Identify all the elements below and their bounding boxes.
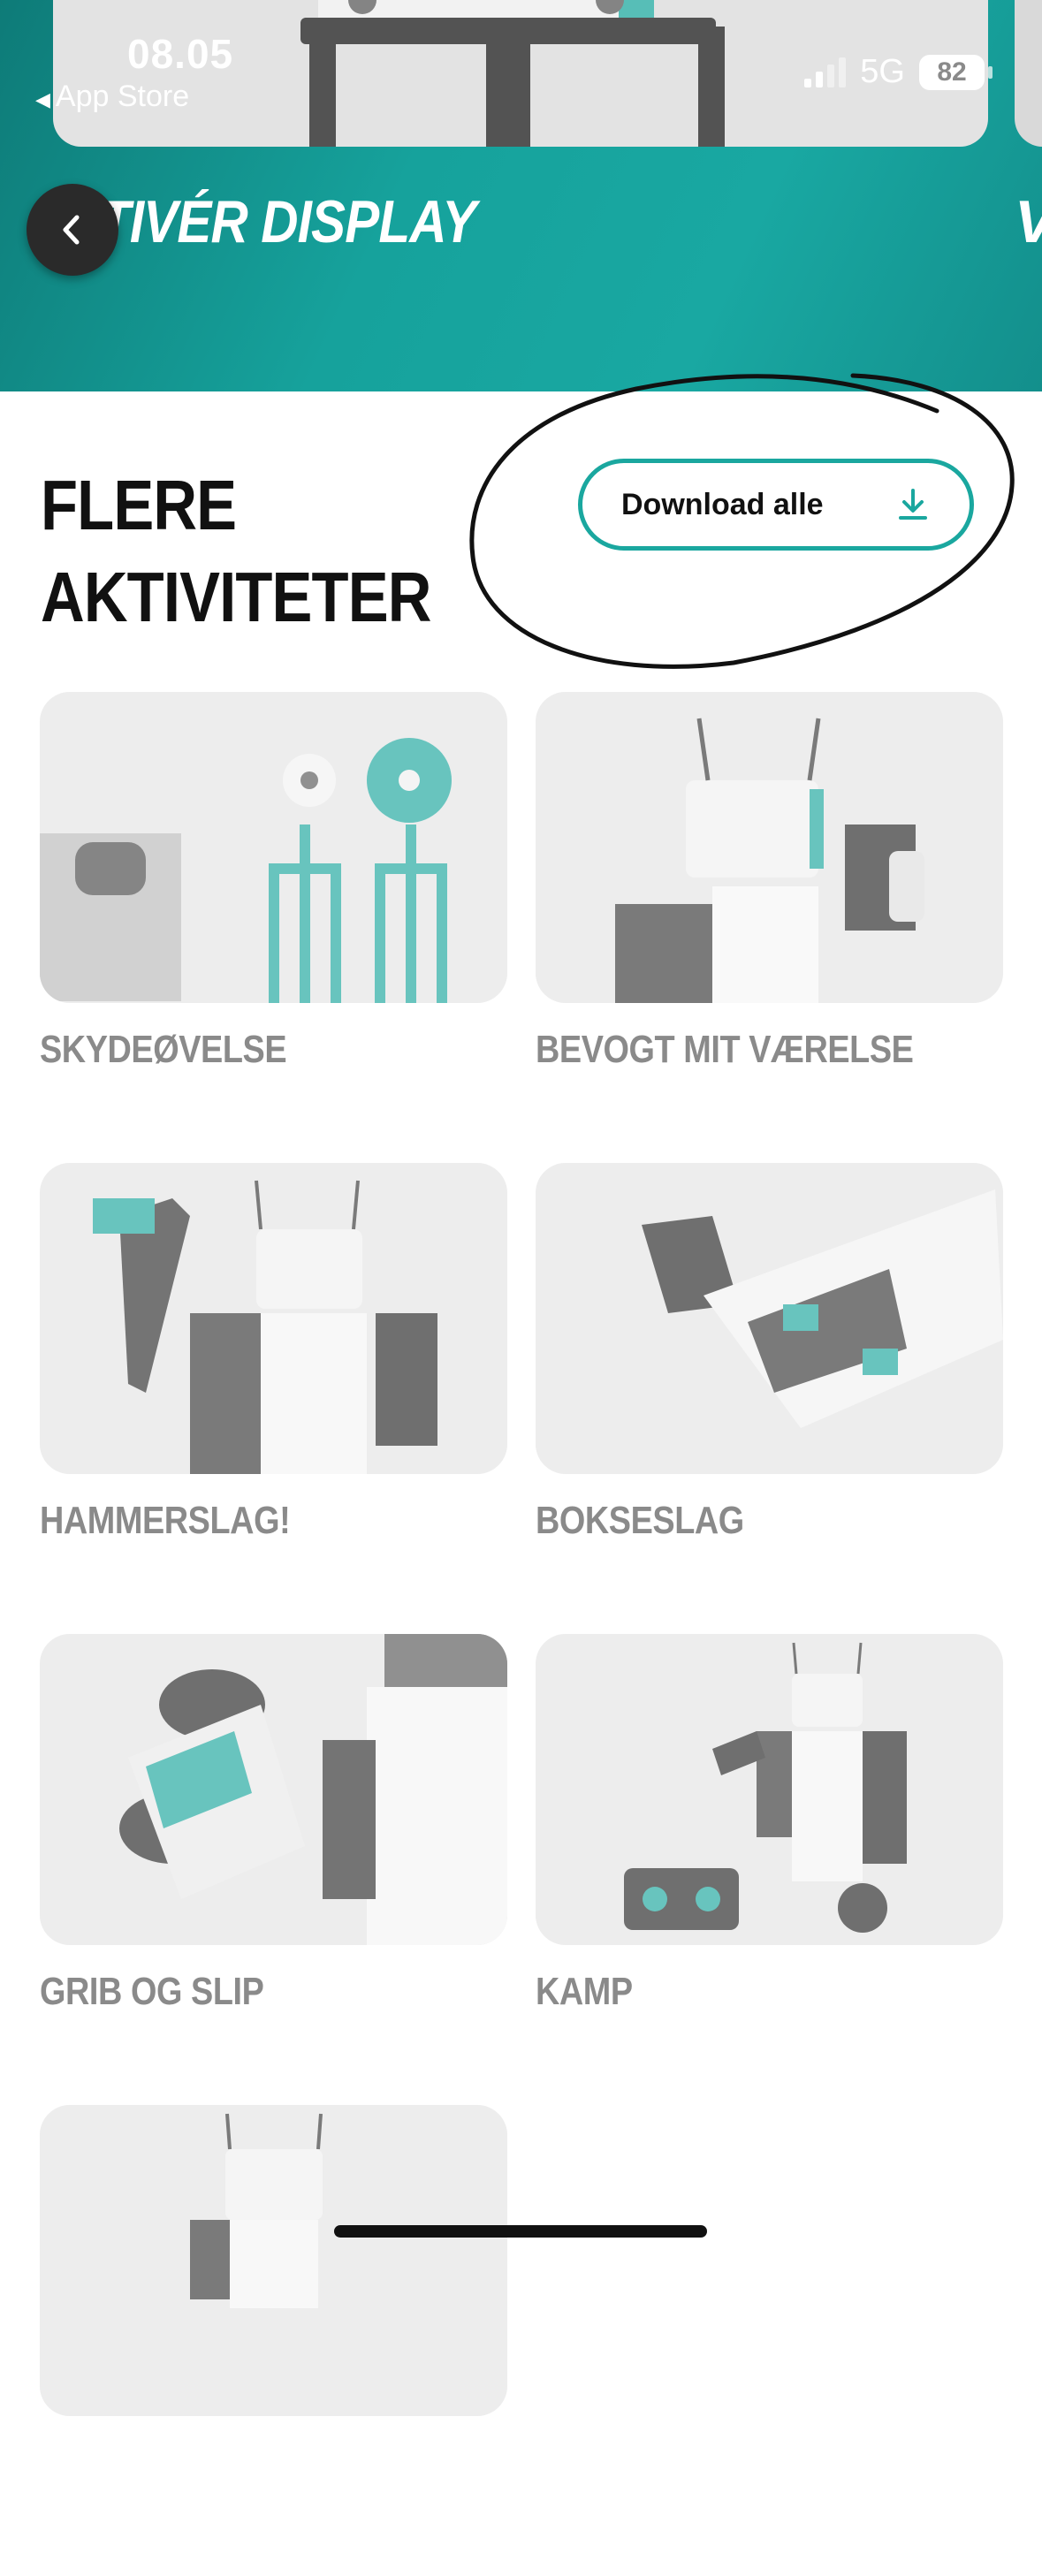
activity-label: HAMMERSLAG! [40,1499,291,1542]
activity-label: KAMP [536,1970,633,2013]
battery-tip [988,65,993,79]
chevron-left-icon [63,215,80,245]
activity-card[interactable]: BOKSESLAG [536,1163,1003,1634]
status-right: 5G 82 [804,53,993,91]
activity-label: BEVOGT MIT VÆRELSE [536,1028,914,1071]
hero-title[interactable]: TIVÉR DISPLAY [99,187,476,256]
activity-image [536,1163,1003,1474]
activity-card[interactable]: GRIB OG SLIP [40,1634,507,2105]
battery-icon: 82 [919,54,985,90]
activity-grid: SKYDEØVELSE BEVOGT MIT VÆRELSE HAMMERSLA… [40,692,1003,2576]
download-all-label: Download alle [621,487,824,521]
back-triangle-icon: ◀ [35,88,50,110]
activity-card[interactable]: HAMMERSLAG! [40,1163,507,1634]
activity-label: GRIB OG SLIP [40,1970,264,2013]
section-title-line2: AKTIVITETER [41,558,431,636]
status-back-link[interactable]: ◀ App Store [35,80,189,114]
home-indicator[interactable] [334,2225,707,2238]
download-icon [899,489,927,520]
status-back-label: App Store [55,80,190,113]
activity-image [40,2105,507,2416]
activity-label: SKYDEØVELSE [40,1028,287,1071]
battery-level: 82 [937,57,967,87]
activity-card[interactable] [40,2105,507,2576]
section-title-line1: FLERE [41,466,237,544]
activity-image [40,692,507,1003]
activity-image [40,1163,507,1474]
network-label: 5G [860,53,905,90]
back-button[interactable] [27,184,118,276]
activity-card[interactable]: SKYDEØVELSE [40,692,507,1163]
signal-icon [804,57,847,87]
activity-image [536,692,1003,1003]
activity-image [40,1634,507,1945]
activity-card[interactable]: KAMP [536,1634,1003,2105]
hero-image-next[interactable] [1015,0,1042,147]
hero-header: 08.05 ◀App Store 5G 82 TIVÉR DISPLAY V [0,0,1042,391]
hero-title-next[interactable]: V [1015,187,1042,256]
download-all-button[interactable]: Download alle [578,459,974,551]
activity-card[interactable]: BEVOGT MIT VÆRELSE [536,692,1003,1163]
activity-label: BOKSESLAG [536,1499,744,1542]
section-title: FLERE AKTIVITETER [41,460,431,643]
status-time: 08.05 [127,31,234,77]
activity-image [536,1634,1003,1945]
